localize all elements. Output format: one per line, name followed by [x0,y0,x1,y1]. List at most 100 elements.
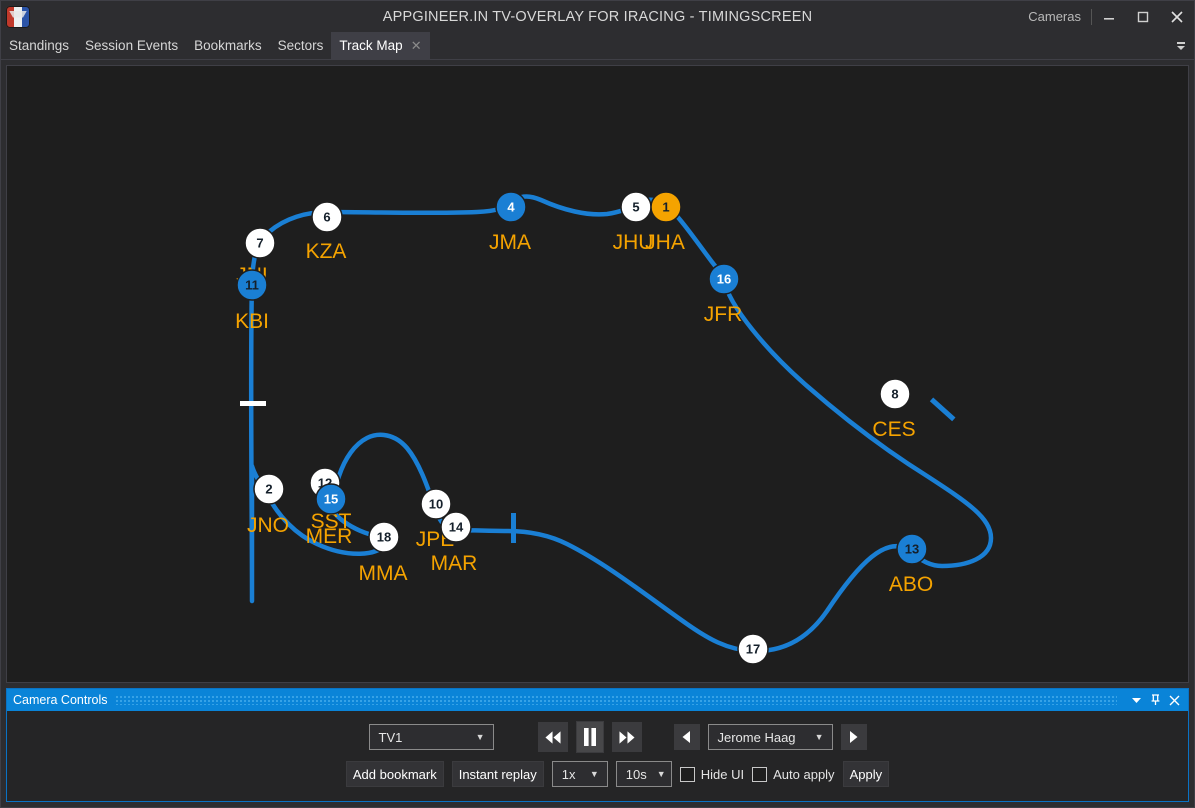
driver-marker-7[interactable]: 7 [244,227,276,259]
marker-position: 18 [377,530,391,545]
sector-tick-2 [929,397,956,422]
driver-code-label: KZA [306,240,347,263]
driver-marker-14[interactable]: 14 [440,511,472,543]
tab-sectors[interactable]: Sectors [270,32,332,59]
marker-position: 1 [662,200,669,215]
track-map-svg: 7 JNI 6 KZA 4 JMA 5 JHU [235,191,994,664]
panel-pin-button[interactable] [1147,694,1163,706]
tab-bar: Standings Session Events Bookmarks Secto… [1,32,1194,60]
fast-forward-icon [618,730,635,744]
hide-ui-checkbox[interactable]: Hide UI [679,766,745,782]
driver-code-label: JFR [704,303,743,326]
tab-session-events[interactable]: Session Events [77,32,186,59]
camera-controls-row-top: TV1 ▼ Jerome Haag ▼ [368,721,867,753]
camera-controls-title-bar: Camera Controls [7,689,1188,711]
tab-label: Standings [9,38,70,53]
title-bar: APPGINEER.IN TV-OVERLAY FOR IRACING - TI… [1,1,1194,32]
camera-select-value: TV1 [378,729,403,745]
chevron-down-icon: ▼ [589,769,599,779]
driver-markers: 7 JNI 6 KZA 4 JMA 5 JHU [235,191,933,664]
replay-speed-select[interactable]: 1x ▼ [551,761,608,787]
previous-driver-button[interactable] [673,724,700,750]
hide-ui-checkbox-box[interactable] [679,766,695,782]
close-button[interactable] [1160,1,1194,32]
maximize-button[interactable] [1126,1,1160,32]
panel-title: Camera Controls [13,693,108,707]
chevron-down-icon: ▼ [656,769,666,779]
rewind-icon [544,730,561,744]
auto-apply-label: Auto apply [773,766,835,782]
sector-tick-1 [511,513,516,543]
driver-marker-16[interactable]: 16 [708,263,740,295]
marker-position: 14 [449,520,464,535]
tab-bookmarks[interactable]: Bookmarks [186,32,270,59]
marker-position: 16 [717,272,731,287]
instant-replay-button[interactable]: Instant replay [451,761,544,787]
driver-marker-1[interactable]: 1 [650,191,682,223]
apply-button[interactable]: Apply [842,761,890,787]
panel-dropdown-icon [1131,697,1141,703]
next-driver-button[interactable] [840,724,867,750]
hide-ui-label: Hide UI [700,766,745,782]
driver-select[interactable]: Jerome Haag ▼ [707,724,833,750]
tab-overflow-button[interactable] [1168,32,1194,59]
driver-select-value: Jerome Haag [717,729,796,745]
panel-pin-icon [1151,694,1159,705]
panel-close-icon [1169,695,1179,705]
panel-close-button[interactable] [1166,695,1182,706]
marker-position: 5 [632,200,639,215]
chevron-right-icon [850,731,858,743]
driver-code-label: JMA [489,231,531,254]
replay-duration-value: 10s [625,766,647,782]
replay-speed-value: 1x [561,766,576,782]
chevron-down-icon: ▼ [475,732,485,742]
marker-position: 8 [891,387,898,402]
driver-code-label: ABO [889,573,933,596]
track-map-canvas[interactable]: 7 JNI 6 KZA 4 JMA 5 JHU [6,65,1189,683]
driver-marker-11[interactable]: 11 [236,269,268,301]
camera-controls-row-bottom: Add bookmark Instant replay 1x ▼ 10s ▼ H… [345,761,890,787]
fast-forward-button[interactable] [611,722,642,752]
driver-marker-18[interactable]: 18 [368,521,400,553]
driver-marker-15[interactable]: 15 [315,483,347,515]
driver-marker-6[interactable]: 6 [311,201,343,233]
tab-overflow-icon [1177,41,1185,50]
marker-position: 6 [323,210,330,225]
tab-close-icon[interactable]: ✕ [411,38,422,54]
driver-marker-4[interactable]: 4 [495,191,527,223]
driver-marker-13[interactable]: 13 [896,533,928,565]
camera-select[interactable]: TV1 ▼ [368,724,494,750]
auto-apply-checkbox[interactable]: Auto apply [752,766,835,782]
driver-code-label: CES [872,418,915,441]
marker-position: 15 [324,492,338,507]
panel-grip[interactable] [115,695,1117,705]
close-icon [1171,10,1183,23]
start-finish-line [240,401,266,406]
maximize-icon [1137,11,1149,22]
driver-code-label: JNO [247,514,289,537]
pause-icon [583,728,596,746]
marker-position: 7 [256,236,263,251]
driver-marker-8[interactable]: 8 [879,378,911,410]
panel-dropdown-button[interactable] [1128,695,1144,706]
driver-marker-2[interactable]: 2 [253,473,285,505]
tab-track-map[interactable]: Track Map ✕ [331,32,430,59]
cameras-menu-button[interactable]: Cameras [1018,1,1091,32]
title-bar-right-group: Cameras [1018,1,1194,32]
pause-button[interactable] [575,721,604,753]
marker-position: 11 [245,278,259,293]
auto-apply-checkbox-box[interactable] [752,766,768,782]
minimize-button[interactable] [1092,1,1126,32]
rewind-button[interactable] [537,722,568,752]
driver-marker-17[interactable]: 17 [737,633,769,664]
driver-marker-5[interactable]: 5 [620,191,652,223]
tab-label: Bookmarks [194,38,262,53]
tab-standings[interactable]: Standings [1,32,77,59]
driver-code-label: KBI [235,310,269,333]
tab-label: Sectors [277,38,324,53]
camera-controls-panel: Camera Controls TV1 ▼ Jerome Haag ▼ Add … [6,688,1189,802]
replay-duration-select[interactable]: 10s ▼ [615,761,672,787]
app-logo-icon [6,5,30,28]
marker-position: 13 [905,542,919,557]
add-bookmark-button[interactable]: Add bookmark [345,761,444,787]
